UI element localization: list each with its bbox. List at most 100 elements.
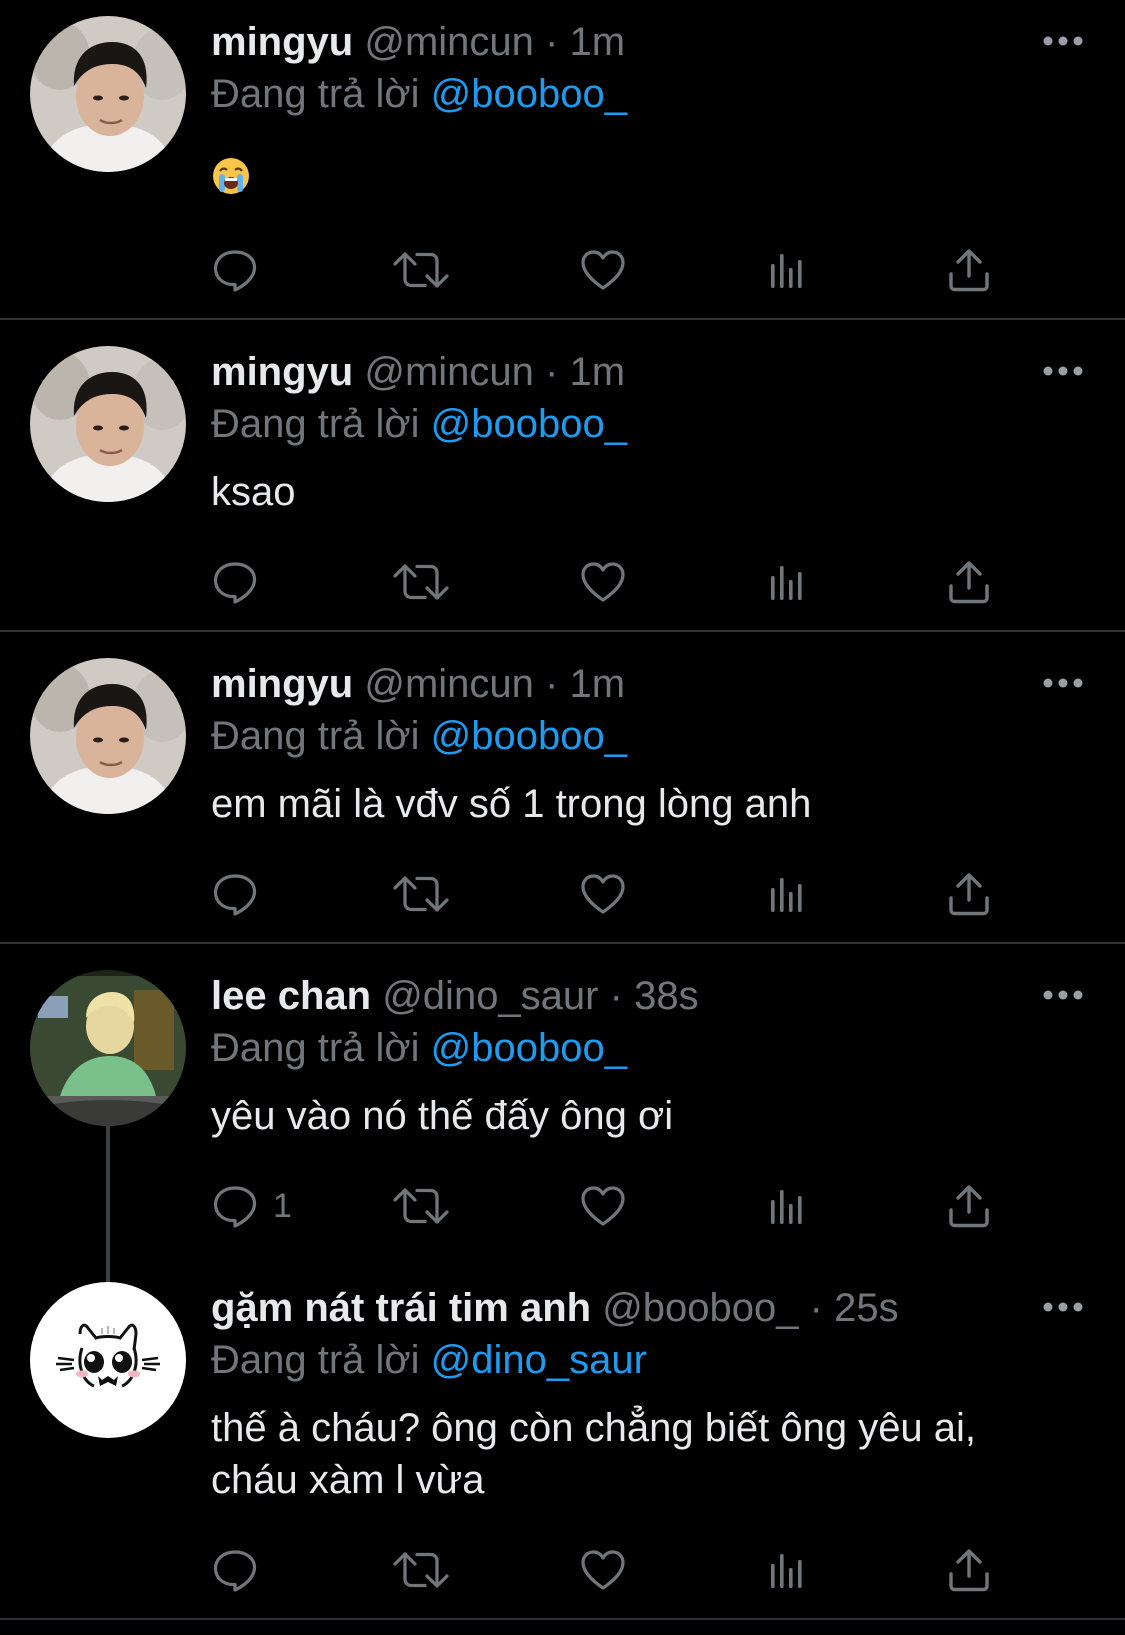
mention-link[interactable]: @booboo_ <box>431 72 627 116</box>
tweet-header: gặm nát trái tim anh @booboo_ · 25s <box>211 1284 899 1332</box>
tweet-actions <box>211 864 1011 924</box>
views-button[interactable] <box>763 240 811 300</box>
share-button[interactable] <box>945 552 993 612</box>
avatar-image <box>30 970 186 1126</box>
replying-to-label: Đang trả lời <box>211 72 420 116</box>
reply-count: 1 <box>273 1186 292 1225</box>
user-handle[interactable]: @mincun <box>364 662 534 706</box>
replying-to-label: Đang trả lời <box>211 714 420 758</box>
tweet-text-line: thế à cháu? ông còn chẳng biết ông yêu a… <box>211 1406 977 1450</box>
mention-link[interactable]: @booboo_ <box>431 714 627 758</box>
mention-link[interactable]: @booboo_ <box>431 402 627 446</box>
more-icon[interactable] <box>1042 677 1084 689</box>
user-handle[interactable]: @dino_saur <box>382 974 598 1018</box>
share-icon <box>945 870 993 918</box>
retweet-icon <box>391 1182 451 1230</box>
display-name[interactable]: mingyu <box>211 20 353 64</box>
share-button[interactable] <box>945 864 993 924</box>
reply-button[interactable] <box>211 552 273 612</box>
views-button[interactable] <box>763 864 811 924</box>
tweet-text: thế à cháu? ông còn chẳng biết ông yêu a… <box>211 1402 1091 1506</box>
like-button[interactable] <box>579 1540 627 1600</box>
views-icon <box>763 1182 811 1230</box>
avatar-image <box>30 346 186 502</box>
share-icon <box>945 1546 993 1594</box>
reply-button[interactable] <box>211 240 273 300</box>
avatar[interactable] <box>30 1282 186 1438</box>
retweet-button[interactable] <box>391 864 451 924</box>
tweet-header: mingyu @mincun · 1m <box>211 348 625 396</box>
separator: · <box>809 1286 823 1330</box>
reply-icon <box>211 558 259 606</box>
avatar[interactable] <box>30 16 186 172</box>
more-icon[interactable] <box>1042 35 1084 47</box>
tweet[interactable]: lee chan @dino_saur · 38s Đang trả lời @… <box>0 944 1125 1256</box>
retweet-button[interactable] <box>391 1176 451 1236</box>
replying-to: Đang trả lời @dino_saur <box>211 1336 647 1384</box>
share-button[interactable] <box>945 1540 993 1600</box>
like-button[interactable] <box>579 864 627 924</box>
views-icon <box>763 870 811 918</box>
user-handle[interactable]: @mincun <box>364 20 534 64</box>
tweet[interactable]: gặm nát trái tim anh @booboo_ · 25s Đang… <box>0 1256 1125 1618</box>
tweet-text-line: cháu xàm l vừa <box>211 1458 485 1502</box>
like-button[interactable] <box>579 1176 627 1236</box>
tweet-actions <box>211 240 1011 300</box>
retweet-button[interactable] <box>391 240 451 300</box>
avatar[interactable] <box>30 658 186 814</box>
user-handle[interactable]: @booboo_ <box>602 1286 798 1330</box>
views-icon <box>763 246 811 294</box>
retweet-button[interactable] <box>391 1540 451 1600</box>
display-name[interactable]: mingyu <box>211 662 353 706</box>
mention-link[interactable]: @booboo_ <box>431 1026 627 1070</box>
separator: · <box>545 20 559 64</box>
more-icon[interactable] <box>1042 989 1084 1001</box>
views-icon <box>763 1546 811 1594</box>
avatar-image <box>30 16 186 172</box>
replying-to: Đang trả lời @booboo_ <box>211 400 627 448</box>
user-handle[interactable]: @mincun <box>364 350 534 394</box>
tweet[interactable]: mingyu @mincun · 1m Đang trả lời @booboo… <box>0 632 1125 944</box>
reply-button[interactable]: 1 <box>211 1176 292 1236</box>
display-name[interactable]: mingyu <box>211 350 353 394</box>
tweet-header: lee chan @dino_saur · 38s <box>211 972 699 1020</box>
reply-icon <box>211 246 259 294</box>
replying-to: Đang trả lời @booboo_ <box>211 1024 627 1072</box>
timestamp[interactable]: 38s <box>634 974 699 1018</box>
retweet-icon <box>391 1546 451 1594</box>
display-name[interactable]: gặm nát trái tim anh <box>211 1286 591 1330</box>
heart-icon <box>579 870 627 918</box>
views-button[interactable] <box>763 552 811 612</box>
replying-to: Đang trả lời @booboo_ <box>211 70 627 118</box>
tweet-text: ksao <box>211 470 296 514</box>
timestamp[interactable]: 1m <box>570 350 626 394</box>
retweet-icon <box>391 558 451 606</box>
timestamp[interactable]: 25s <box>834 1286 899 1330</box>
replying-to-label: Đang trả lời <box>211 1338 420 1382</box>
more-icon[interactable] <box>1042 1301 1084 1313</box>
like-button[interactable] <box>579 240 627 300</box>
like-button[interactable] <box>579 552 627 612</box>
tweet-text: em mãi là vđv số 1 trong lòng anh <box>211 782 812 826</box>
heart-icon <box>579 558 627 606</box>
replying-to-label: Đang trả lời <box>211 1026 420 1070</box>
divider <box>0 1618 1125 1620</box>
tweet[interactable]: mingyu @mincun · 1m Đang trả lời @booboo… <box>0 320 1125 632</box>
more-icon[interactable] <box>1042 365 1084 377</box>
share-icon <box>945 558 993 606</box>
display-name[interactable]: lee chan <box>211 974 371 1018</box>
reply-button[interactable] <box>211 864 273 924</box>
reply-button[interactable] <box>211 1540 273 1600</box>
avatar[interactable] <box>30 970 186 1126</box>
timestamp[interactable]: 1m <box>570 662 626 706</box>
mention-link[interactable]: @dino_saur <box>431 1338 647 1382</box>
timestamp[interactable]: 1m <box>570 20 626 64</box>
retweet-button[interactable] <box>391 552 451 612</box>
share-button[interactable] <box>945 240 993 300</box>
retweet-icon <box>391 246 451 294</box>
avatar[interactable] <box>30 346 186 502</box>
views-button[interactable] <box>763 1176 811 1236</box>
share-button[interactable] <box>945 1176 993 1236</box>
tweet[interactable]: mingyu @mincun · 1m Đang trả lời @booboo… <box>0 0 1125 320</box>
views-button[interactable] <box>763 1540 811 1600</box>
